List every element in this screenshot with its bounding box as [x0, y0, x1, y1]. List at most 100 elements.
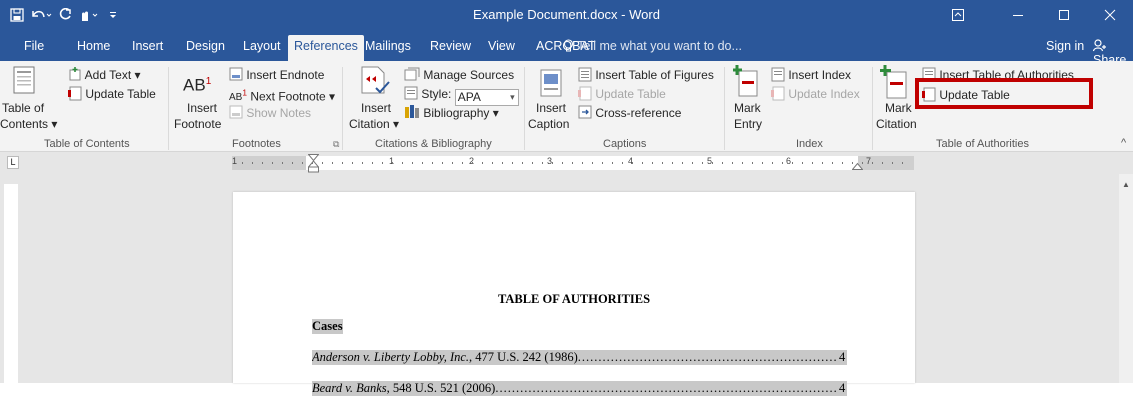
- insert-citation-icon: [361, 66, 390, 94]
- add-text-icon: [69, 67, 81, 81]
- tell-me-box[interactable]: Tell me what you want to do...: [563, 39, 742, 53]
- ruler-tick: [352, 162, 353, 164]
- insert-index-button[interactable]: Insert Index: [771, 67, 851, 82]
- tab-selector-icon[interactable]: L: [7, 156, 19, 169]
- ruler-tick: [792, 162, 793, 164]
- sign-in-link[interactable]: Sign in: [1046, 39, 1084, 53]
- collapse-ribbon-icon[interactable]: ^: [1121, 137, 1126, 149]
- indent-marker-icon[interactable]: [308, 154, 319, 174]
- ruler-tick: [552, 162, 553, 164]
- ruler-tick: [612, 162, 613, 164]
- captions-group-label: Captions: [603, 138, 647, 150]
- insert-endnote-button[interactable]: Insert Endnote: [229, 67, 324, 82]
- undo-icon[interactable]: [30, 5, 52, 25]
- tab-mailings[interactable]: Mailings: [359, 35, 417, 61]
- toc-label-line1: Table of: [2, 101, 45, 115]
- tab-insert[interactable]: Insert: [126, 35, 169, 61]
- update-toc-button[interactable]: Update Table: [68, 86, 156, 101]
- ruler-number: 1: [232, 156, 238, 166]
- tab-references[interactable]: References: [288, 35, 364, 61]
- customize-qat-icon[interactable]: [102, 5, 124, 25]
- ruler-tick: [842, 162, 843, 164]
- ruler-tick: [292, 162, 293, 164]
- horizontal-ruler[interactable]: L 1 1 2 3 4 5 6 7: [0, 152, 1133, 174]
- ruler-tick: [452, 162, 453, 164]
- scroll-up-icon[interactable]: ▲: [1122, 180, 1130, 189]
- group-separator: [724, 67, 725, 150]
- next-footnote-icon: AB1: [229, 88, 247, 104]
- dialog-launcher-icon[interactable]: ⧉: [333, 139, 339, 150]
- ruler-tick: [382, 162, 383, 164]
- redo-icon[interactable]: [54, 5, 76, 25]
- ruler-number: 2: [469, 156, 475, 166]
- maximize-icon[interactable]: [1041, 0, 1087, 30]
- tab-review[interactable]: Review: [424, 35, 477, 61]
- document-page[interactable]: TABLE OF AUTHORITIES Cases Anderson v. L…: [233, 192, 915, 396]
- tab-layout[interactable]: Layout: [237, 35, 287, 61]
- ruler-tick: [302, 162, 303, 164]
- mark-entry-label2: Entry: [734, 117, 763, 131]
- style-select[interactable]: APA ▾: [454, 89, 519, 106]
- mark-citation-label1: Mark: [885, 101, 912, 115]
- ruler-tick: [892, 162, 893, 164]
- next-footnote-button[interactable]: AB1 Next Footnote ▾: [229, 86, 335, 105]
- ruler-number: 4: [628, 156, 634, 166]
- mark-entry-label1: Mark: [734, 101, 761, 115]
- ruler-tick: [432, 162, 433, 164]
- ruler-tick: [692, 162, 693, 164]
- ruler-tick: [872, 162, 873, 164]
- add-text-button[interactable]: Add Text ▾: [68, 67, 141, 82]
- update-index-button[interactable]: Update Index: [771, 86, 860, 101]
- ruler-tick: [712, 162, 713, 164]
- ruler-tick: [602, 162, 603, 164]
- ruler-tick: [472, 162, 473, 164]
- ruler-tick: [522, 162, 523, 164]
- ruler-number: 3: [547, 156, 553, 166]
- person-share-icon: [1092, 39, 1106, 52]
- tab-file[interactable]: File: [18, 35, 50, 61]
- touch-mode-icon[interactable]: [78, 5, 100, 25]
- show-notes-button[interactable]: Show Notes: [229, 105, 311, 120]
- ruler-tick: [592, 162, 593, 164]
- toc-group-label: Table of Contents: [44, 138, 130, 150]
- ruler-tick: [652, 162, 653, 164]
- ruler-tick: [782, 162, 783, 164]
- close-icon[interactable]: [1087, 0, 1133, 30]
- ruler-tick: [412, 162, 413, 164]
- ruler-tick: [832, 162, 833, 164]
- ruler-tick: [642, 162, 643, 164]
- tab-design[interactable]: Design: [180, 35, 231, 61]
- ruler-tick: [362, 162, 363, 164]
- ruler-tick: [262, 162, 263, 164]
- save-icon[interactable]: [6, 5, 28, 25]
- cross-reference-icon: [578, 105, 592, 119]
- title-bar: Example Document.docx - Word: [0, 0, 1133, 30]
- minimize-icon[interactable]: [995, 0, 1041, 30]
- citation-style-dropdown[interactable]: Style: APA ▾: [404, 86, 519, 106]
- insert-index-icon: [771, 67, 785, 82]
- toa-entry-page: 4: [837, 381, 848, 396]
- tab-view[interactable]: View: [482, 35, 521, 61]
- bibliography-button[interactable]: Bibliography ▾: [404, 105, 499, 120]
- manage-sources-button[interactable]: Manage Sources: [404, 67, 514, 82]
- ruler-tick: [802, 162, 803, 164]
- cross-reference-button[interactable]: Cross-reference: [578, 105, 681, 120]
- ruler-tick: [312, 162, 313, 164]
- vertical-scrollbar[interactable]: ▲: [1119, 174, 1133, 383]
- update-figures-table-button[interactable]: Update Table: [578, 86, 666, 101]
- ruler-tick: [862, 162, 863, 164]
- tell-me-placeholder: Tell me what you want to do...: [577, 39, 742, 53]
- toa-entry-page: 4: [837, 350, 848, 365]
- ruler-tick: [882, 162, 883, 164]
- ruler-tick: [772, 162, 773, 164]
- ribbon-display-options-icon[interactable]: [935, 0, 981, 30]
- ruler-tick: [282, 162, 283, 164]
- vertical-ruler[interactable]: [4, 184, 18, 383]
- ruler-tick: [542, 162, 543, 164]
- toa-section-cases: Cases: [312, 319, 343, 334]
- tab-home[interactable]: Home: [71, 35, 116, 61]
- ruler-tick: [372, 162, 373, 164]
- toa-group-label: Table of Authorities: [936, 138, 1029, 150]
- ruler-tick: [672, 162, 673, 164]
- insert-table-of-figures-button[interactable]: Insert Table of Figures: [578, 67, 714, 82]
